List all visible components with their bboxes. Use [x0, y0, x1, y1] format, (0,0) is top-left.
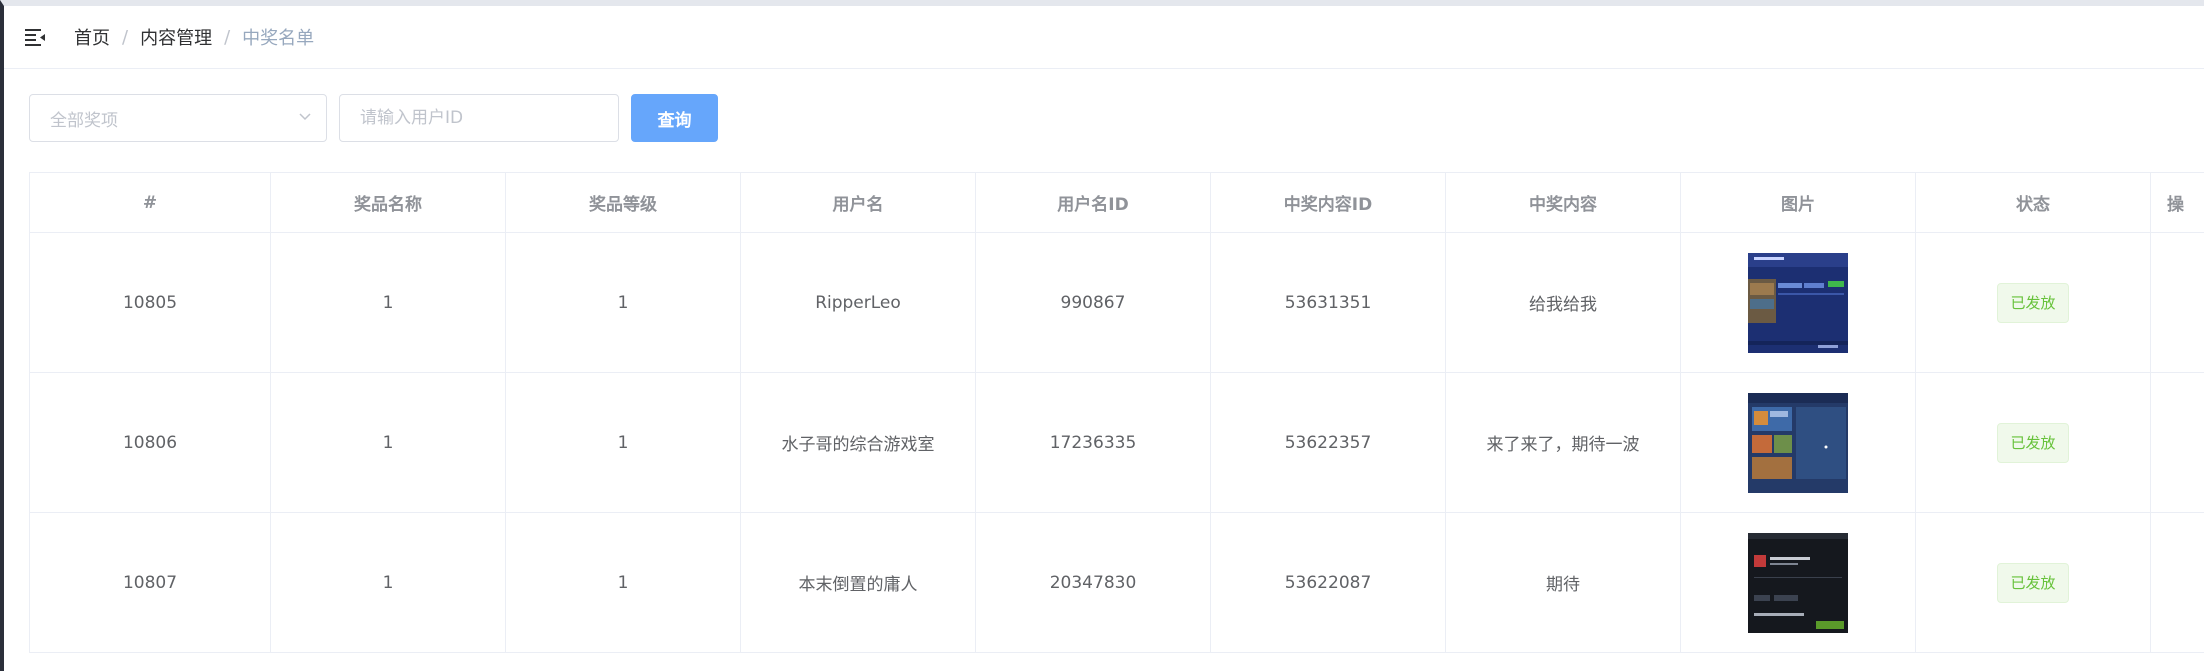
- column-header-user-id: 用户名ID: [975, 172, 1211, 233]
- cell-actions: [2150, 372, 2204, 513]
- hamburger-menu-icon[interactable]: [24, 26, 46, 48]
- cell-status: 已发放: [1915, 232, 2151, 373]
- cell-prize-level: 1: [505, 372, 741, 513]
- winner-table: # 奖品名称 奖品等级 用户名 用户名ID 中奖内容ID 中奖内容 图片 状态 …: [29, 172, 2204, 658]
- column-header-prize-name: 奖品名称: [270, 172, 506, 233]
- cell-user-id: 990867: [975, 232, 1211, 373]
- table-row: 10805 1 1 RipperLeo 990867 53631351 给我给我: [29, 232, 2204, 373]
- column-header-content: 中奖内容: [1445, 172, 1681, 233]
- cell-status: 已发放: [1915, 512, 2151, 653]
- cell-content-id: 53631351: [1210, 232, 1446, 373]
- screenshot-thumbnail[interactable]: [1748, 252, 1848, 353]
- column-header-status: 状态: [1915, 172, 2151, 233]
- screenshot-thumbnail[interactable]: [1748, 532, 1848, 633]
- cell-prize-name: 1: [270, 372, 506, 513]
- cell-content: 给我给我: [1445, 232, 1681, 373]
- cell-index: 10805: [29, 232, 271, 373]
- column-header-image: 图片: [1680, 172, 1916, 233]
- status-badge: 已发放: [1997, 282, 2069, 323]
- prize-select[interactable]: 全部奖项: [29, 94, 327, 142]
- cell-actions: [2150, 512, 2204, 653]
- cell-user-id: 20347830: [975, 512, 1211, 653]
- cell-user-id: 17236335: [975, 372, 1211, 513]
- chevron-down-icon: [298, 108, 312, 128]
- cell-status: 已发放: [1915, 372, 2151, 513]
- cell-content: 来了来了，期待一波: [1445, 372, 1681, 513]
- cell-prize-level: 1: [505, 232, 741, 373]
- breadcrumb-separator: /: [224, 26, 231, 48]
- column-header-prize-level: 奖品等级: [505, 172, 741, 233]
- breadcrumb-content-management[interactable]: 内容管理: [140, 24, 212, 50]
- cell-username: 本末倒置的庸人: [740, 512, 976, 653]
- cell-content-id: 53622357: [1210, 372, 1446, 513]
- cell-image: [1680, 512, 1916, 653]
- table-header-row: # 奖品名称 奖品等级 用户名 用户名ID 中奖内容ID 中奖内容 图片 状态 …: [29, 172, 2204, 233]
- cell-actions: [2150, 232, 2204, 373]
- cell-index: 10807: [29, 512, 271, 653]
- status-badge: 已发放: [1997, 562, 2069, 603]
- page: 首页 / 内容管理 / 中奖名单 全部奖项 查询 #: [0, 0, 2204, 671]
- breadcrumb-separator: /: [122, 26, 129, 48]
- filter-bar: 全部奖项 查询: [4, 69, 2204, 143]
- navbar: 首页 / 内容管理 / 中奖名单: [4, 6, 2204, 69]
- query-button[interactable]: 查询: [631, 94, 718, 142]
- cell-content-id: 53622087: [1210, 512, 1446, 653]
- column-header-index: #: [29, 172, 271, 233]
- column-header-content-id: 中奖内容ID: [1210, 172, 1446, 233]
- table-row: 10806 1 1 水子哥的综合游戏室 17236335 53622357 来了…: [29, 372, 2204, 513]
- status-badge: 已发放: [1997, 422, 2069, 463]
- prize-select-placeholder: 全部奖项: [50, 110, 118, 131]
- column-header-actions: 操: [2150, 172, 2204, 233]
- breadcrumb: 首页 / 内容管理 / 中奖名单: [74, 24, 314, 50]
- table-row: 10807 1 1 本末倒置的庸人 20347830 53622087 期待 已…: [29, 512, 2204, 653]
- screenshot-thumbnail[interactable]: [1748, 392, 1848, 493]
- cell-image: [1680, 372, 1916, 513]
- cell-index: 10806: [29, 372, 271, 513]
- cell-prize-level: 1: [505, 512, 741, 653]
- cell-username: RipperLeo: [740, 232, 976, 373]
- cell-prize-name: 1: [270, 232, 506, 373]
- cell-prize-name: 1: [270, 512, 506, 653]
- column-header-username: 用户名: [740, 172, 976, 233]
- breadcrumb-home[interactable]: 首页: [74, 24, 110, 50]
- cell-image: [1680, 232, 1916, 373]
- cell-content: 期待: [1445, 512, 1681, 653]
- breadcrumb-winner-list: 中奖名单: [242, 28, 315, 49]
- user-id-input[interactable]: [339, 94, 619, 142]
- cell-username: 水子哥的综合游戏室: [740, 372, 976, 513]
